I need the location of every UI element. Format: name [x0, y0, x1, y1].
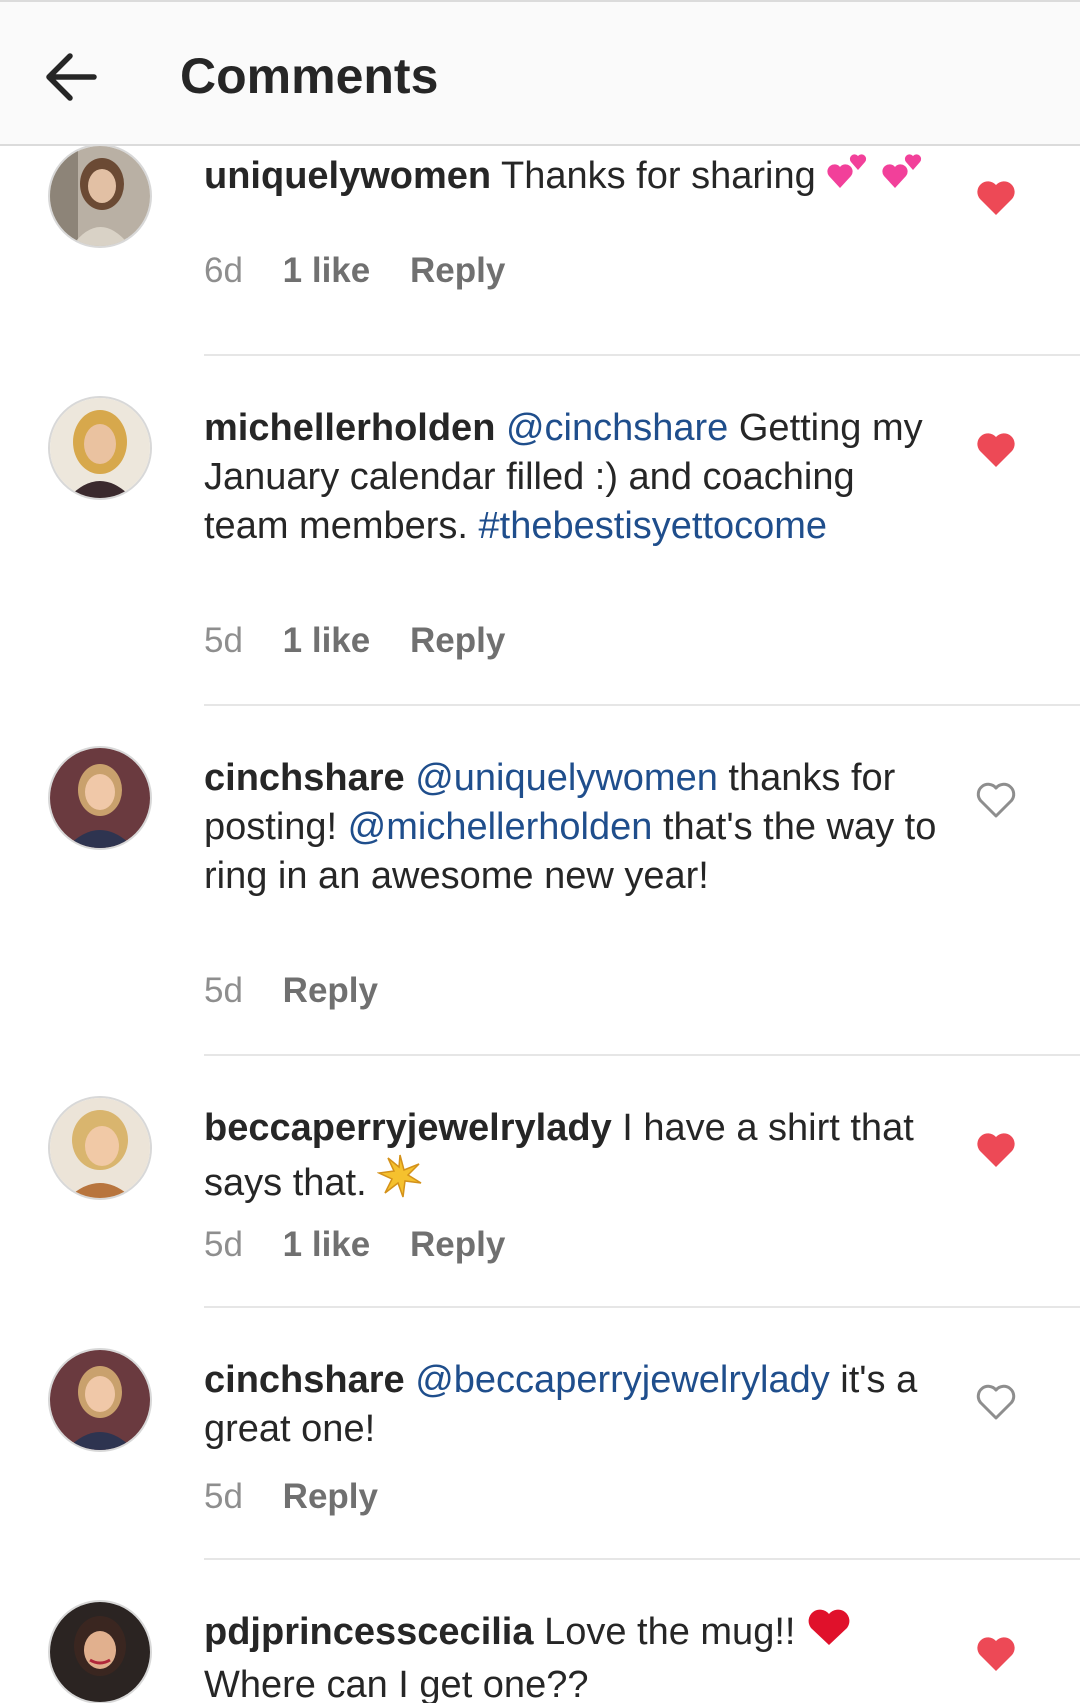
avatar[interactable]: [48, 146, 152, 248]
comment-body: michellerholden @cinchshare Getting my J…: [204, 404, 944, 551]
comment-meta: 5d Reply: [204, 1476, 408, 1518]
comment-body: uniquelywomen Thanks for sharing: [204, 152, 944, 205]
two-hearts-icon: [826, 152, 870, 205]
mention-link[interactable]: @uniquelywomen: [415, 757, 718, 799]
comment-text: Where can I get one??: [204, 1664, 589, 1703]
comment-time: 5d: [204, 621, 243, 660]
comment-body: cinchshare @uniquelywomen thanks for pos…: [204, 754, 944, 901]
heart-filled-icon[interactable]: [975, 430, 1017, 470]
comment-meta: 6d 1 like Reply: [204, 250, 535, 292]
comment-meta: 5d 1 like Reply: [204, 1224, 535, 1266]
like-count[interactable]: 1 like: [283, 1225, 371, 1264]
comment-time: 5d: [204, 1225, 243, 1264]
reply-button[interactable]: Reply: [283, 971, 378, 1010]
like-count[interactable]: 1 like: [283, 621, 371, 660]
comment-item: michellerholden @cinchshare Getting my J…: [0, 356, 1080, 706]
heart-outline-icon[interactable]: [975, 780, 1017, 820]
comment-username[interactable]: beccaperryjewelrylady: [204, 1107, 612, 1149]
back-arrow-icon[interactable]: [40, 46, 102, 108]
header-bar: Comments: [0, 0, 1080, 146]
sparkle-icon: [376, 1153, 423, 1212]
reply-button[interactable]: Reply: [410, 251, 505, 290]
mention-link[interactable]: @beccaperryjewelrylady: [415, 1359, 830, 1401]
avatar[interactable]: [48, 396, 152, 500]
comment-item: cinchshare @uniquelywomen thanks for pos…: [0, 706, 1080, 1056]
comment-item: beccaperryjewelrylady I have a shirt tha…: [0, 1056, 1080, 1308]
comment-time: 5d: [204, 971, 243, 1010]
comment-time: 6d: [204, 251, 243, 290]
reply-button[interactable]: Reply: [410, 1225, 505, 1264]
mention-link[interactable]: @michellerholden: [348, 806, 653, 848]
comment-body: beccaperryjewelrylady I have a shirt tha…: [204, 1104, 944, 1212]
two-hearts-icon: [881, 152, 925, 205]
heart-filled-icon[interactable]: [975, 178, 1017, 218]
comment-username[interactable]: cinchshare: [204, 757, 405, 799]
avatar[interactable]: [48, 1096, 152, 1200]
comment-username[interactable]: uniquelywomen: [204, 155, 491, 197]
heart-outline-icon[interactable]: [975, 1382, 1017, 1422]
hashtag-link[interactable]: #thebestisyettocome: [479, 505, 828, 547]
comment-time: 5d: [204, 1477, 243, 1516]
avatar[interactable]: [48, 1348, 152, 1452]
comment-meta: 5d 1 like Reply: [204, 620, 535, 662]
avatar[interactable]: [48, 746, 152, 850]
comment-body: cinchshare @beccaperryjewelrylady it's a…: [204, 1356, 944, 1454]
page-title: Comments: [180, 48, 439, 104]
comment-meta: 5d Reply: [204, 970, 408, 1012]
comments-list[interactable]: uniquelywomen Thanks for sharing 6d 1 li…: [0, 146, 1080, 1703]
red-heart-icon: [806, 1608, 852, 1661]
heart-filled-icon[interactable]: [975, 1634, 1017, 1674]
comment-username[interactable]: cinchshare: [204, 1359, 405, 1401]
comment-body: pdjprincesscecilia Love the mug!! Where …: [204, 1608, 944, 1703]
heart-filled-icon[interactable]: [975, 1130, 1017, 1170]
comment-item: pdjprincesscecilia Love the mug!! Where …: [0, 1560, 1080, 1703]
comment-item: uniquelywomen Thanks for sharing 6d 1 li…: [0, 146, 1080, 356]
comment-text: Love the mug!!: [544, 1611, 796, 1653]
mention-link[interactable]: @cinchshare: [506, 407, 728, 449]
like-count[interactable]: 1 like: [283, 251, 371, 290]
reply-button[interactable]: Reply: [283, 1477, 378, 1516]
comment-text: Thanks for sharing: [501, 155, 816, 197]
comment-item: cinchshare @beccaperryjewelrylady it's a…: [0, 1308, 1080, 1560]
comment-username[interactable]: michellerholden: [204, 407, 495, 449]
reply-button[interactable]: Reply: [410, 621, 505, 660]
avatar[interactable]: [48, 1600, 152, 1703]
comment-username[interactable]: pdjprincesscecilia: [204, 1611, 534, 1653]
